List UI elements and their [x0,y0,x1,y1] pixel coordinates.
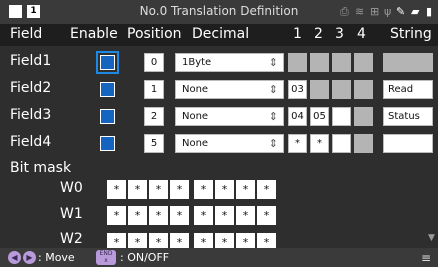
field1-decimal-value: 1Byte [182,57,212,68]
w0-bit-cell[interactable]: * [149,180,168,199]
field4-byte1-cell[interactable]: * [288,134,307,153]
field2-position-input[interactable]: 1 [144,80,164,99]
field1-position-input[interactable]: 0 [144,53,164,72]
header-col-1: 1 [293,26,302,42]
footer-onoff-hint: : ON/OFF [120,251,170,264]
field2-decimal-value: None [182,84,209,95]
field4-byte2-cell[interactable]: * [310,134,329,153]
field4-decimal-value: None [182,138,209,149]
printer-icon: ⎙ [340,5,349,18]
field4-position-input[interactable]: 5 [144,134,164,153]
w0-bit-cell[interactable]: * [128,180,147,199]
w0-bit-cell[interactable]: * [194,180,213,199]
field3-enable-checkbox[interactable] [100,109,115,124]
field3-decimal-select[interactable]: None ⇕ [175,107,284,126]
field3-decimal-value: None [182,111,209,122]
end-key-sub: x [104,257,108,264]
field2-byte4-cell[interactable] [354,80,373,99]
w1-bit-cell[interactable]: * [215,206,234,225]
footer-move-hint: : Move [38,251,75,264]
field4-decimal-select[interactable]: None ⇕ [175,134,284,153]
field4-enable-checkbox[interactable] [100,136,115,151]
header-col-3: 3 [335,26,344,42]
w2-label: W2 [60,231,83,247]
w0-label: W0 [60,180,83,196]
end-key-icon: END x [96,250,116,265]
field3-byte3-cell[interactable] [332,107,351,126]
updown-icon: ⇕ [268,137,278,150]
field3-byte2-cell[interactable]: 05 [310,107,329,126]
field1-byte3-cell[interactable] [332,53,351,72]
header-field: Field [10,26,43,42]
battery-icon: ▮ [426,5,433,18]
field3-byte4-cell[interactable] [354,107,373,126]
field1-byte2-cell[interactable] [310,53,329,72]
w1-label: W1 [60,206,83,222]
field2-byte2-cell[interactable] [310,80,329,99]
right-arrow-icon: ▶ [23,251,36,264]
w1-bit-cell[interactable]: * [107,206,126,225]
field2-label: Field2 [10,80,52,96]
field2-decimal-select[interactable]: None ⇕ [175,80,284,99]
header-col-4: 4 [357,26,366,42]
w1-bit-cell[interactable]: * [149,206,168,225]
wifi-icon: ≋ [355,5,365,18]
field1-byte4-cell[interactable] [354,53,373,72]
left-arrow-icon: ◀ [8,251,21,264]
field4-string-input[interactable] [383,134,433,153]
menu-icon[interactable]: ≡ [421,251,431,265]
card-icon: ▰ [411,5,420,18]
network-icon: ⊞ [370,5,380,18]
header-enable: Enable [70,26,118,42]
field4-byte3-cell[interactable] [332,134,351,153]
field1-decimal-select[interactable]: 1Byte ⇕ [175,53,284,72]
w1-bit-cell[interactable]: * [128,206,147,225]
updown-icon: ⇕ [268,110,278,123]
header-decimal: Decimal [192,26,250,42]
field2-byte1-cell[interactable]: 03 [288,80,307,99]
w0-bit-cell[interactable]: * [257,180,276,199]
w0-bit-cell[interactable]: * [236,180,255,199]
field1-label: Field1 [10,53,52,69]
field2-string-input[interactable]: Read [383,80,433,99]
usb-icon: ψ [384,5,392,18]
end-key-label: END [99,250,113,257]
updown-icon: ⇕ [268,56,278,69]
header-col-2: 2 [314,26,323,42]
field4-label: Field4 [10,134,52,150]
field1-string-input[interactable] [383,53,433,72]
header-position: Position [127,26,182,42]
w1-bit-cell[interactable]: * [194,206,213,225]
scroll-down-icon[interactable]: ▼ [428,233,435,243]
field2-enable-checkbox[interactable] [100,82,115,97]
field2-byte3-cell[interactable] [332,80,351,99]
w0-bit-cell[interactable]: * [215,180,234,199]
field3-position-input[interactable]: 2 [144,107,164,126]
w1-bit-cell[interactable]: * [236,206,255,225]
w1-bit-cell[interactable]: * [170,206,189,225]
field1-enable-checkbox[interactable] [96,51,119,74]
w1-bit-cell[interactable]: * [257,206,276,225]
bitmask-label: Bit mask [10,160,72,176]
field4-byte4-cell[interactable] [354,134,373,153]
field3-label: Field3 [10,107,52,123]
field1-byte1-cell[interactable] [288,53,307,72]
w0-bit-cell[interactable]: * [107,180,126,199]
updown-icon: ⇕ [268,83,278,96]
w0-bit-cell[interactable]: * [170,180,189,199]
field3-byte1-cell[interactable]: 04 [288,107,307,126]
header-string: String [390,26,432,42]
field3-string-input[interactable]: Status [383,107,433,126]
wrench-icon: ✎ [396,5,406,18]
